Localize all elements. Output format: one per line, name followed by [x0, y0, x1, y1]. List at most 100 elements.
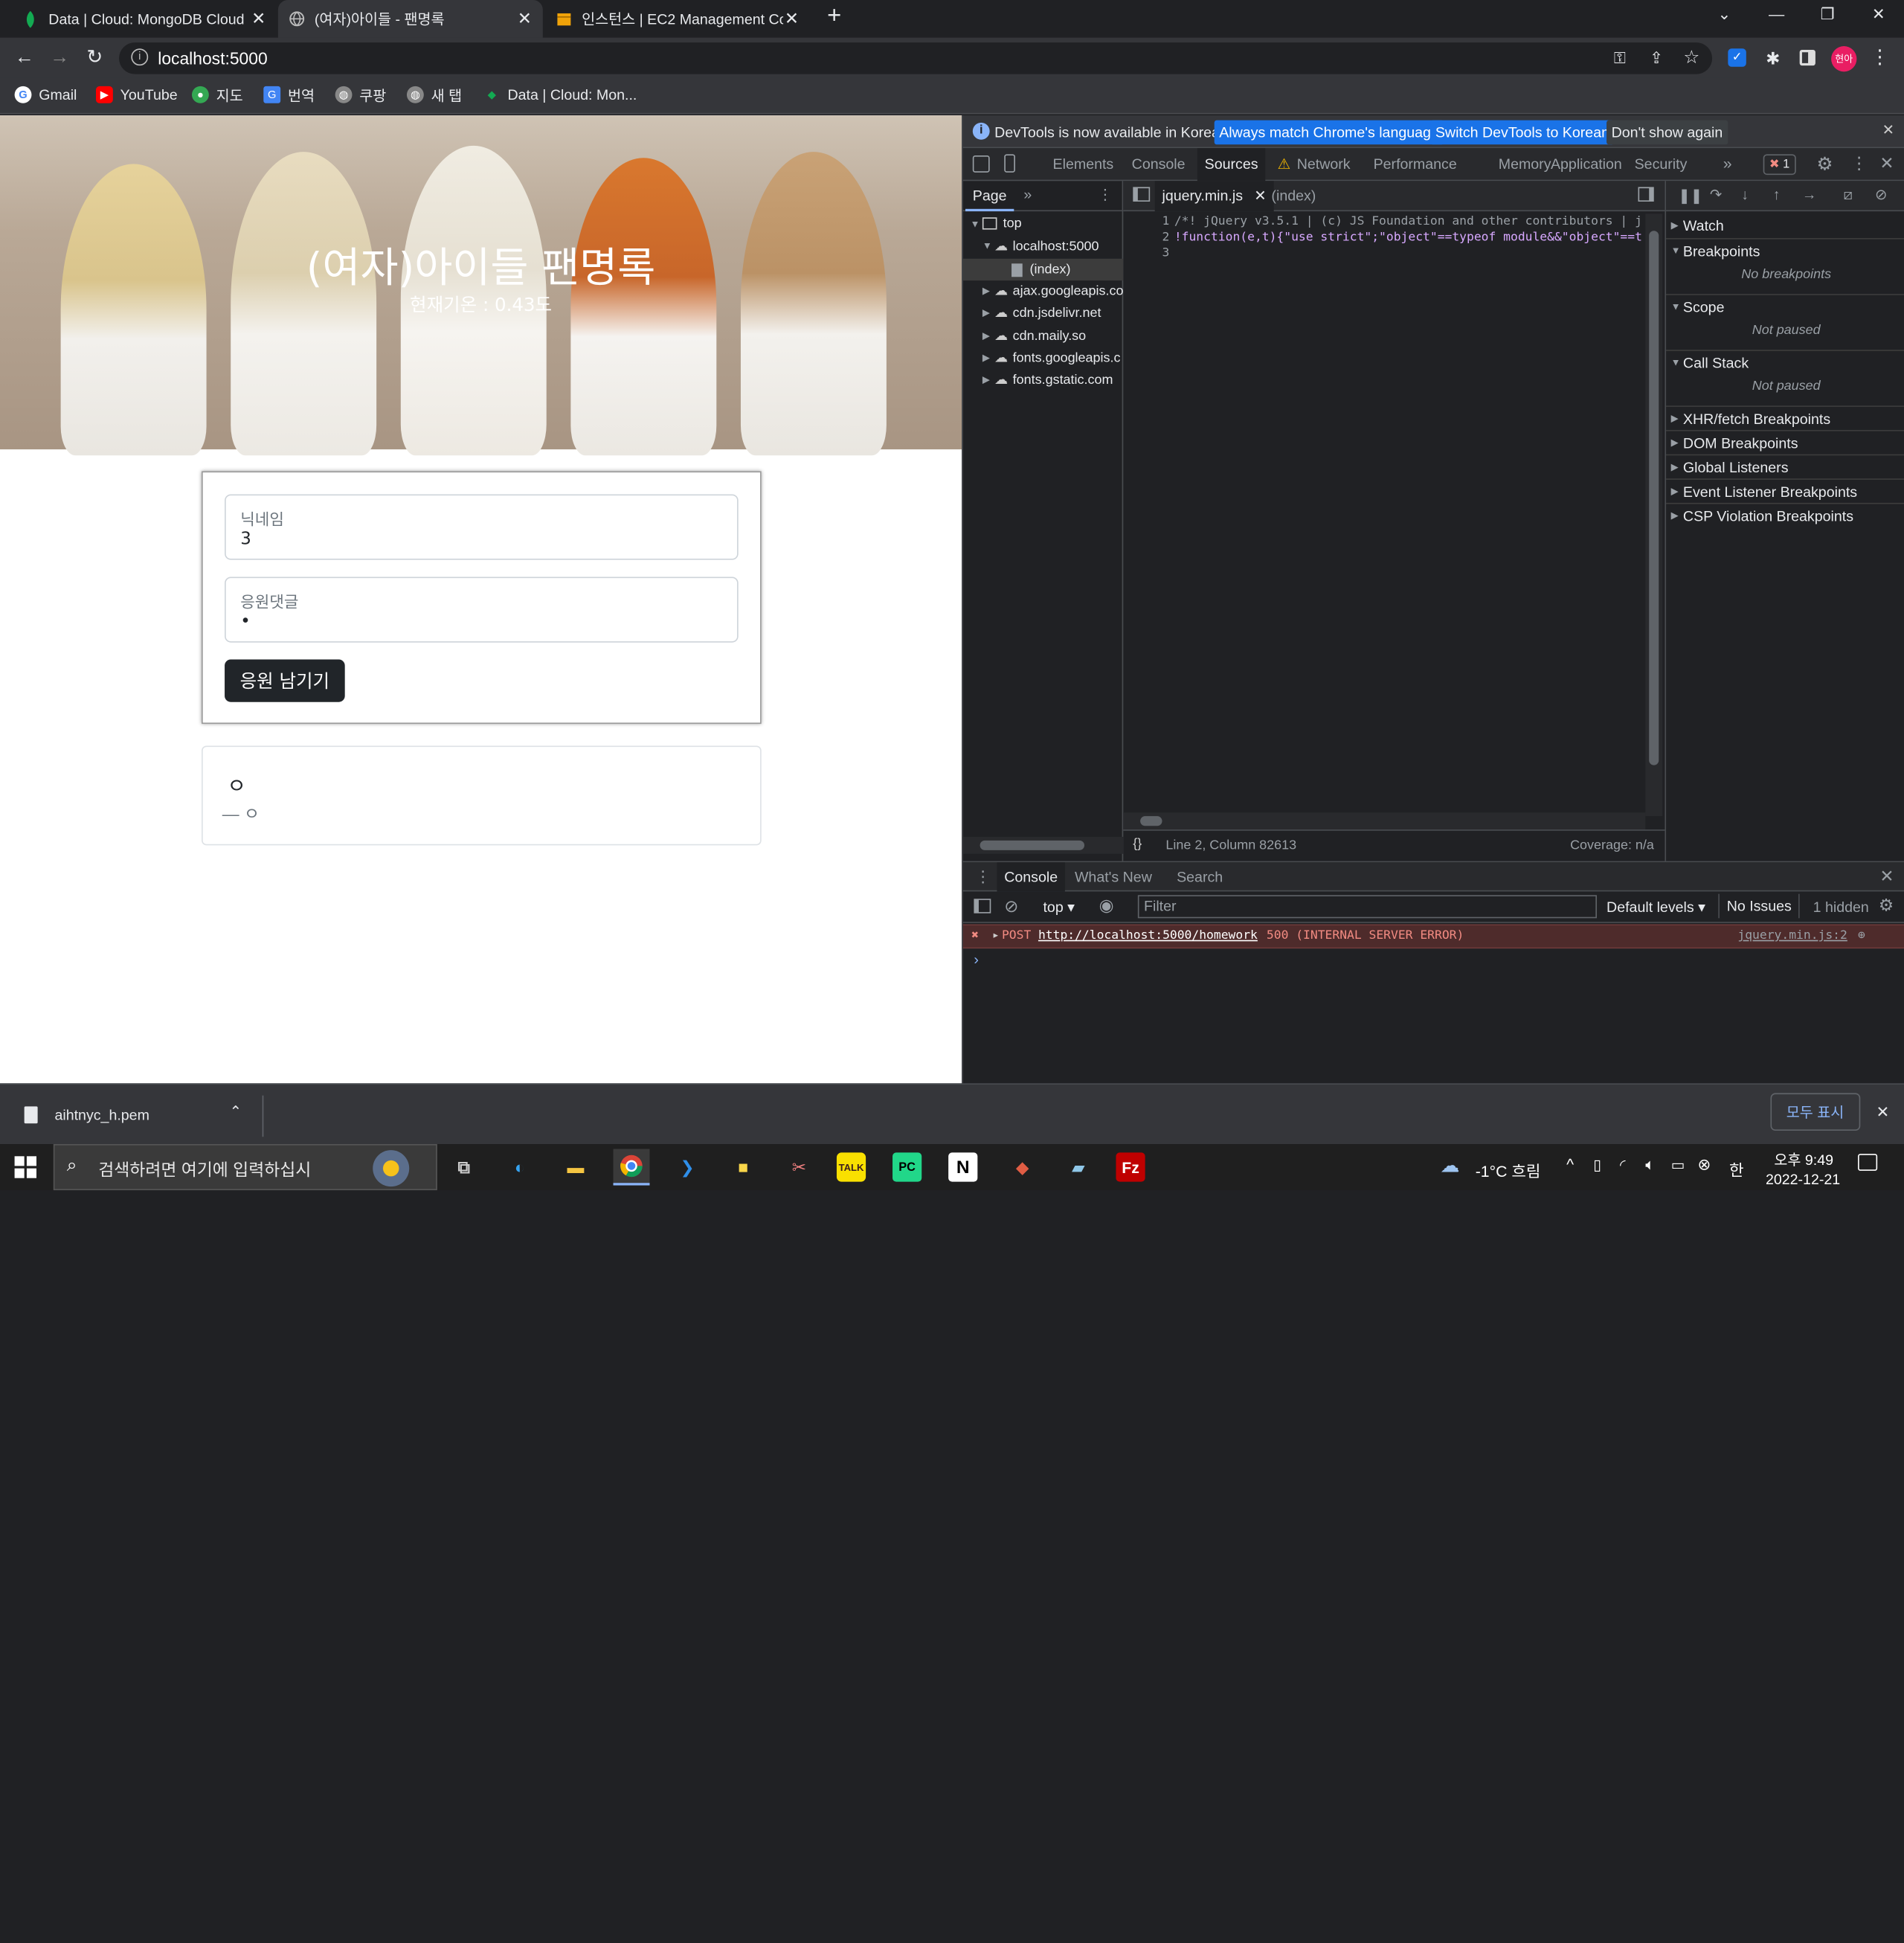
devtools-menu-icon[interactable]: ⋮: [1850, 153, 1868, 174]
step-into-icon[interactable]: ↓: [1741, 186, 1749, 203]
file-tab-index[interactable]: (index): [1271, 181, 1316, 211]
forward-icon[interactable]: →: [46, 45, 73, 71]
notifications-icon[interactable]: [1858, 1154, 1878, 1171]
tree-item-fonts-gstatic[interactable]: ▶ ☁ fonts.gstatic.com: [982, 372, 1113, 387]
pretty-print-icon[interactable]: {}: [1133, 837, 1142, 852]
console-settings-icon[interactable]: ⚙: [1879, 895, 1894, 916]
status-x-icon[interactable]: ⊗: [1698, 1155, 1711, 1175]
tree-item-index[interactable]: (index): [962, 258, 1124, 281]
clock-date[interactable]: 2022-12-21: [1766, 1171, 1840, 1188]
pause-icon[interactable]: ❚❚: [1678, 187, 1702, 204]
match-language-button[interactable]: Always match Chrome's language: [1214, 120, 1444, 145]
inspect-element-icon[interactable]: [972, 155, 990, 173]
sidebar-toggle-icon[interactable]: [974, 899, 991, 913]
bookmark-coupang[interactable]: ◍ 쿠팡: [335, 84, 386, 106]
tree-item-localhost[interactable]: ▼ ☁ localhost:5000: [982, 238, 1099, 254]
section-event-listener-breakpoints[interactable]: ▶ Event Listener Breakpoints: [1666, 478, 1904, 503]
drawer-tab-search[interactable]: Search: [1177, 862, 1223, 891]
tree-item-fonts-googleapis[interactable]: ▶ ☁ fonts.googleapis.c: [982, 350, 1121, 365]
reload-icon[interactable]: ↻: [81, 45, 108, 71]
error-source-link[interactable]: jquery.min.js:2: [1737, 925, 1847, 947]
device-toolbar-icon[interactable]: [1004, 154, 1015, 173]
tab-network[interactable]: Network: [1290, 148, 1357, 181]
tree-item-jsdelivr[interactable]: ▶ ☁ cdn.jsdelivr.net: [982, 305, 1101, 321]
console-prompt-icon[interactable]: ›: [974, 951, 979, 968]
close-window-button[interactable]: ✕: [1860, 5, 1897, 30]
chrome-icon[interactable]: [613, 1149, 650, 1186]
url-text[interactable]: localhost:5000: [158, 48, 267, 68]
windows-start-icon[interactable]: [14, 1156, 36, 1178]
close-devtools-icon[interactable]: ✕: [1879, 153, 1894, 174]
tab-console[interactable]: Console: [1125, 148, 1192, 181]
battery-icon[interactable]: ▭: [1671, 1156, 1685, 1173]
deactivate-breakpoints-icon[interactable]: ⧄: [1843, 186, 1852, 204]
section-scope[interactable]: ▼ Scope: [1666, 294, 1904, 318]
close-icon[interactable]: ✕: [1882, 121, 1894, 138]
section-csp-breakpoints[interactable]: ▶ CSP Violation Breakpoints: [1666, 502, 1904, 527]
bookmark-newtab[interactable]: ◍ 새 탭: [406, 84, 462, 106]
tree-item-ajax[interactable]: ▶ ☁ ajax.googleapis.co: [982, 283, 1124, 298]
tab-application[interactable]: Application: [1543, 148, 1629, 181]
key-icon[interactable]: ⚿: [1606, 45, 1633, 71]
chevron-up-icon[interactable]: ^: [1566, 1155, 1574, 1173]
sourcetree-icon[interactable]: ◆: [1004, 1149, 1041, 1186]
download-filename[interactable]: aihtnyc_h.pem: [54, 1106, 149, 1123]
weather-text[interactable]: -1°C 흐림: [1476, 1159, 1541, 1182]
sticky-notes-icon[interactable]: ■: [725, 1149, 762, 1186]
log-levels-select[interactable]: Default levels ▾: [1606, 899, 1705, 916]
drawer-tab-whats-new[interactable]: What's New: [1075, 862, 1152, 891]
clock-time[interactable]: 오후 9:49: [1774, 1149, 1833, 1170]
section-dom-breakpoints[interactable]: ▶ DOM Breakpoints: [1666, 429, 1904, 455]
close-icon[interactable]: ✕: [1254, 187, 1266, 204]
show-all-downloads-button[interactable]: 모두 표시: [1770, 1093, 1860, 1131]
more-icon[interactable]: »: [1023, 186, 1032, 203]
bookmark-youtube[interactable]: ▶ YouTube: [95, 84, 178, 106]
tree-item-maily[interactable]: ▶ ☁ cdn.maily.so: [982, 328, 1086, 344]
tab-elements[interactable]: Elements: [1046, 148, 1121, 181]
expand-triangle-icon[interactable]: ▸: [992, 925, 1000, 947]
tab-performance[interactable]: Performance: [1366, 148, 1464, 181]
section-global-listeners[interactable]: ▶ Global Listeners: [1666, 454, 1904, 479]
toggle-navigator-icon[interactable]: [1133, 187, 1151, 202]
edge-icon[interactable]: ◐: [501, 1149, 538, 1186]
close-drawer-icon[interactable]: ✕: [1879, 866, 1894, 887]
info-icon[interactable]: i: [131, 48, 149, 66]
horizontal-scrollbar[interactable]: [1123, 812, 1646, 830]
horizontal-scrollbar[interactable]: [962, 836, 1124, 854]
toggle-debugger-icon[interactable]: [1638, 187, 1654, 202]
nickname-value[interactable]: 3: [240, 530, 251, 549]
insights-icon[interactable]: ⊕: [1858, 925, 1865, 947]
console-error-row[interactable]: ✖ ▸ POST http://localhost:5000/homework …: [962, 924, 1904, 949]
clear-console-icon[interactable]: ⊘: [1004, 896, 1018, 917]
side-panel-icon[interactable]: [1799, 49, 1815, 66]
pycharm-icon[interactable]: PC: [892, 1152, 922, 1182]
address-bar[interactable]: [119, 42, 1713, 74]
drawer-menu-icon[interactable]: ⋮: [975, 867, 991, 887]
tab-ec2[interactable]: 인스턴스 | EC2 Management Co ✕: [545, 0, 810, 38]
step-out-icon[interactable]: ↑: [1773, 186, 1781, 203]
ime-indicator[interactable]: 한: [1729, 1157, 1744, 1181]
profile-avatar[interactable]: 현아: [1831, 46, 1857, 72]
file-explorer-icon[interactable]: ▬: [557, 1149, 594, 1186]
dont-show-again-button[interactable]: Don't show again: [1606, 120, 1728, 145]
snipping-tool-icon[interactable]: ✂: [781, 1149, 817, 1186]
step-icon[interactable]: →: [1802, 186, 1817, 203]
section-call-stack[interactable]: ▼ Call Stack: [1666, 350, 1904, 374]
more-tabs-icon[interactable]: »: [1723, 154, 1732, 172]
nickname-field[interactable]: 닉네임 3: [225, 494, 739, 560]
new-tab-button[interactable]: +: [816, 2, 852, 29]
kebab-icon[interactable]: ⋮: [1098, 186, 1113, 203]
tab-mongodb[interactable]: Data | Cloud: MongoDB Cloud ✕: [12, 0, 277, 38]
bookmark-star-icon[interactable]: ☆: [1678, 45, 1705, 71]
settings-gear-icon[interactable]: ⚙: [1817, 153, 1833, 175]
bookmark-gmail[interactable]: G Gmail: [14, 84, 77, 106]
chrome-menu-icon[interactable]: ⋮: [1866, 45, 1893, 71]
section-watch[interactable]: ▶ Watch: [1666, 213, 1904, 238]
submit-cheer-button[interactable]: 응원 남기기: [225, 659, 345, 702]
back-icon[interactable]: ←: [11, 45, 38, 71]
eye-icon[interactable]: ◉: [1099, 895, 1114, 916]
error-count-badge[interactable]: ✖ 1: [1763, 154, 1796, 176]
share-icon[interactable]: ⇪: [1643, 45, 1670, 71]
tab-sources[interactable]: Sources: [1197, 148, 1266, 182]
close-tab-icon[interactable]: ✕: [250, 8, 267, 29]
